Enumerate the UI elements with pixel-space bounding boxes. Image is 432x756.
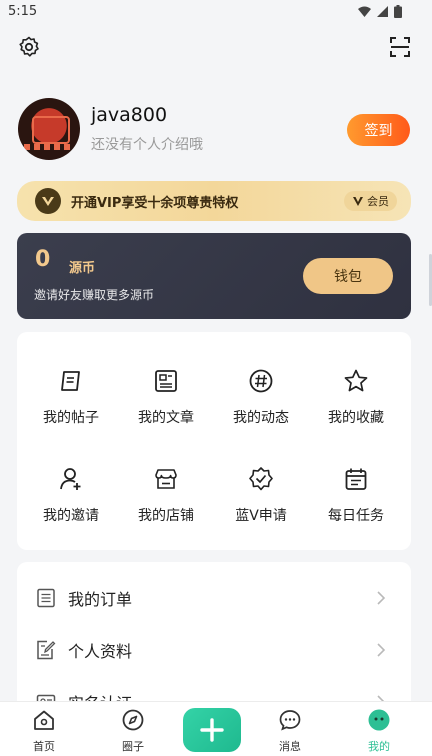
coin-unit: 源币 (69, 261, 96, 276)
grid-label: 蓝V申请 (235, 508, 287, 524)
home-icon (34, 710, 54, 730)
chevron-right-icon (377, 591, 386, 605)
gear-icon[interactable] (17, 35, 41, 59)
grid-item-blue-v[interactable]: 蓝V申请 (213, 466, 309, 536)
tab-home[interactable]: 首页 (14, 708, 74, 754)
vip-crown-icon (35, 188, 61, 214)
profile-header: java800 还没有个人介绍哦 签到 (18, 98, 414, 162)
chevron-right-icon (377, 643, 386, 657)
grid-label: 我的店铺 (138, 508, 194, 524)
battery-icon (394, 5, 402, 18)
grid-label: 我的帖子 (43, 410, 99, 426)
grid-item-favorites[interactable]: 我的收藏 (308, 368, 404, 438)
invite-text[interactable]: 邀请好友赚取更多源币 (34, 286, 154, 303)
scan-icon[interactable] (388, 35, 412, 59)
grid-label: 我的收藏 (328, 410, 384, 426)
list-item-label: 我的订单 (68, 590, 133, 609)
wallet-card: 0 源币 邀请好友赚取更多源币 钱包 (17, 233, 411, 319)
me-icon (368, 709, 390, 731)
calendar-icon (345, 468, 367, 490)
grid-label: 我的动态 (233, 410, 289, 426)
vip-text: 开通VIP享受十余项尊贵特权 (71, 196, 239, 211)
status-icons (358, 5, 402, 18)
list-item-orders[interactable]: 我的订单 (17, 572, 411, 624)
username: java800 (91, 104, 168, 126)
settings-list: 我的订单 个人资料 实名认证 (17, 562, 411, 722)
status-bar: 5:15 (0, 0, 432, 24)
vip-badge: 会员 (344, 191, 397, 211)
wallet-button[interactable]: 钱包 (303, 258, 393, 294)
grid-item-daily-tasks[interactable]: 每日任务 (308, 466, 404, 536)
store-icon (155, 469, 177, 489)
verified-badge-icon (249, 467, 273, 491)
grid-item-invites[interactable]: 我的邀请 (23, 466, 119, 536)
tab-label: 圈子 (122, 740, 144, 753)
message-icon (279, 710, 301, 731)
posts-icon (61, 371, 80, 391)
grid-label: 每日任务 (328, 508, 384, 524)
user-bio: 还没有个人介绍哦 (91, 137, 203, 153)
vip-badge-label: 会员 (367, 195, 389, 208)
grid-item-moments[interactable]: 我的动态 (213, 368, 309, 438)
article-icon (155, 370, 177, 392)
list-item-label: 个人资料 (68, 642, 133, 661)
compass-icon (122, 709, 144, 731)
status-time: 5:15 (8, 4, 38, 19)
signin-button[interactable]: 签到 (347, 114, 410, 146)
plus-icon (200, 718, 224, 742)
signal-icon (377, 6, 388, 17)
feature-grid: 我的帖子 我的文章 我的动态 我的收藏 我的邀请 我的店铺 蓝V申请 每日任务 (17, 332, 411, 550)
add-user-icon (60, 468, 81, 490)
avatar-wave-graphic (24, 144, 74, 150)
list-item-profile[interactable]: 个人资料 (17, 624, 411, 676)
grid-label: 我的邀请 (43, 508, 99, 524)
order-icon (37, 588, 55, 608)
star-icon (344, 369, 368, 392)
v-badge-icon (353, 197, 363, 206)
tab-me[interactable]: 我的 (349, 708, 409, 754)
tab-circles[interactable]: 圈子 (103, 708, 163, 754)
grid-item-articles[interactable]: 我的文章 (118, 368, 214, 438)
coin-balance: 0 (35, 247, 51, 272)
wifi-icon (358, 6, 371, 17)
grid-item-store[interactable]: 我的店铺 (118, 466, 214, 536)
hashtag-icon (249, 369, 273, 393)
tab-label: 消息 (279, 740, 301, 753)
tab-label: 首页 (33, 740, 55, 753)
grid-label: 我的文章 (138, 410, 194, 426)
tab-messages[interactable]: 消息 (260, 708, 320, 754)
avatar-seal-graphic (32, 116, 70, 144)
grid-item-posts[interactable]: 我的帖子 (23, 368, 119, 438)
avatar[interactable] (18, 98, 80, 160)
create-post-button[interactable] (183, 708, 241, 752)
vip-banner[interactable]: 开通VIP享受十余项尊贵特权 会员 (17, 181, 411, 221)
tab-label: 我的 (368, 740, 390, 753)
profile-edit-icon (37, 640, 56, 660)
